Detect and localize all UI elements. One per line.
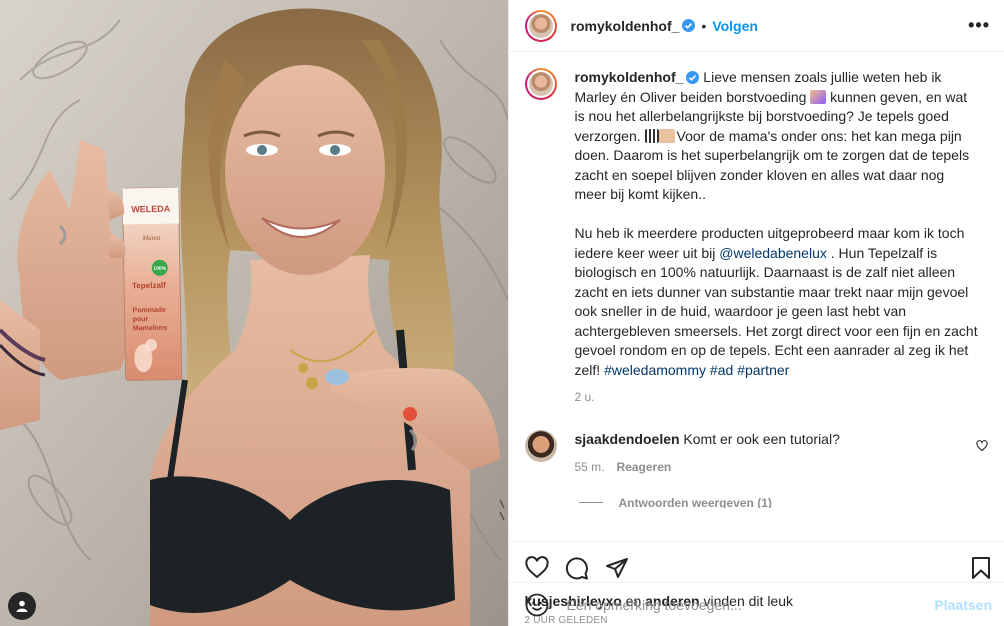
post-image: WELEDA Mama 100% Tepelzalf Pommade pour …: [0, 0, 508, 626]
comment-item: sjaakdendoelen Komt er ook een tutorial?…: [524, 429, 989, 474]
verified-badge-icon: [686, 71, 700, 84]
comment-text: sjaakdendoelen Komt er ook een tutorial?: [575, 430, 840, 448]
comment-meta: 55 m. Reageren: [575, 460, 840, 474]
breastfeeding-emoji-icon: [810, 89, 827, 104]
comment-button[interactable]: [565, 556, 589, 580]
comment-input[interactable]: [564, 595, 935, 614]
mention-link[interactable]: @weledabenelux: [719, 245, 827, 261]
svg-text:pour: pour: [133, 316, 149, 323]
reply-button[interactable]: Reageren: [617, 460, 672, 474]
user-icon: [16, 600, 28, 612]
caption-username[interactable]: romykoldenhof_: [575, 69, 684, 85]
emoji-icon[interactable]: [525, 593, 549, 617]
view-replies[interactable]: Antwoorden weergeven (1): [578, 497, 989, 508]
hashtag-link[interactable]: #partner: [737, 362, 789, 378]
product-name: Tepelzalf: [132, 281, 166, 291]
caption: romykoldenhof_ Lieve mensen zoals jullie…: [524, 68, 989, 408]
comment-body: Komt er ook een tutorial?: [679, 430, 840, 447]
send-icon: [605, 557, 628, 578]
svg-text:Mamelons: Mamelons: [133, 325, 167, 333]
svg-text:Pommade: Pommade: [132, 307, 166, 315]
hashtag-link[interactable]: #weledamommy: [604, 362, 706, 378]
product-box: WELEDA Mama 100% Tepelzalf Pommade pour …: [121, 187, 183, 381]
post-header: romykoldenhof_ • Volgen •••: [508, 0, 1004, 52]
product-badge: 100%: [153, 266, 166, 272]
comments-area: romykoldenhof_ Lieve mensen zoals jullie…: [509, 52, 1004, 541]
tag-people-button[interactable]: [8, 592, 36, 620]
caption-part-4b: . Hun Tepelzalf is biologisch en 100% na…: [574, 244, 978, 378]
commenter-username[interactable]: sjaakdendoelen: [575, 431, 680, 447]
bookmark-icon: [972, 556, 990, 579]
heart-icon: [524, 555, 549, 578]
comment-icon: [565, 556, 588, 579]
verified-badge-icon: [682, 19, 696, 32]
caption-timestamp[interactable]: 2 u.: [575, 388, 979, 408]
save-button[interactable]: [970, 556, 992, 580]
post-sidebar: romykoldenhof_ • Volgen ••• romykoldenho…: [507, 0, 1004, 626]
share-button[interactable]: [605, 556, 629, 580]
commenter-avatar[interactable]: [524, 429, 557, 462]
post-photo[interactable]: WELEDA Mama 100% Tepelzalf Pommade pour …: [0, 0, 508, 626]
comment-time[interactable]: 55 m.: [575, 460, 605, 474]
caption-text: romykoldenhof_ Lieve mensen zoals jullie…: [575, 68, 979, 408]
author-username[interactable]: romykoldenhof_: [571, 18, 680, 34]
separator-dot: •: [701, 17, 707, 34]
product-brand: WELEDA: [131, 204, 171, 215]
skin-tone-emoji-icon: [658, 128, 675, 143]
instagram-post-modal: WELEDA Mama 100% Tepelzalf Pommade pour …: [0, 0, 1004, 626]
product-line: Mama: [141, 234, 161, 242]
like-comment-heart-icon[interactable]: [976, 439, 988, 452]
post-comment-button[interactable]: Plaatsen: [934, 597, 992, 613]
more-options-icon[interactable]: •••: [968, 15, 990, 36]
author-avatar[interactable]: [524, 9, 557, 42]
hashtag-link[interactable]: #ad: [710, 362, 733, 378]
add-comment-bar: Plaatsen: [508, 582, 1004, 626]
qr-code-emoji-icon: [644, 128, 659, 143]
like-button[interactable]: [524, 555, 549, 580]
follow-button[interactable]: Volgen: [712, 18, 758, 34]
caption-avatar[interactable]: [524, 68, 557, 100]
view-replies-label: Antwoorden weergeven (1): [618, 497, 772, 508]
